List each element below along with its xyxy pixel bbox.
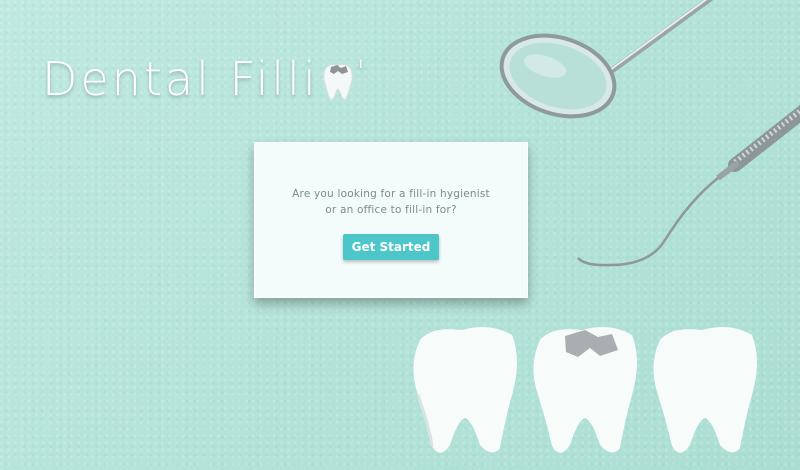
- tooth-left: [413, 326, 517, 453]
- tooth-filled: [533, 326, 637, 453]
- tooth-icon: [322, 64, 353, 100]
- brand-logo[interactable]: Dental Filli ': [42, 52, 368, 106]
- brand-title: Dental Filli: [42, 52, 319, 106]
- dental-mirror: [499, 0, 714, 119]
- tooth-models: [413, 326, 757, 453]
- dental-probe: [577, 105, 800, 267]
- get-started-button[interactable]: Get Started: [342, 234, 440, 260]
- intro-card: Are you looking for a fill-in hygienist …: [254, 142, 528, 298]
- card-prompt: Are you looking for a fill-in hygienist …: [292, 188, 490, 216]
- brand-tick: ': [356, 54, 368, 90]
- tooth-right: [653, 326, 757, 453]
